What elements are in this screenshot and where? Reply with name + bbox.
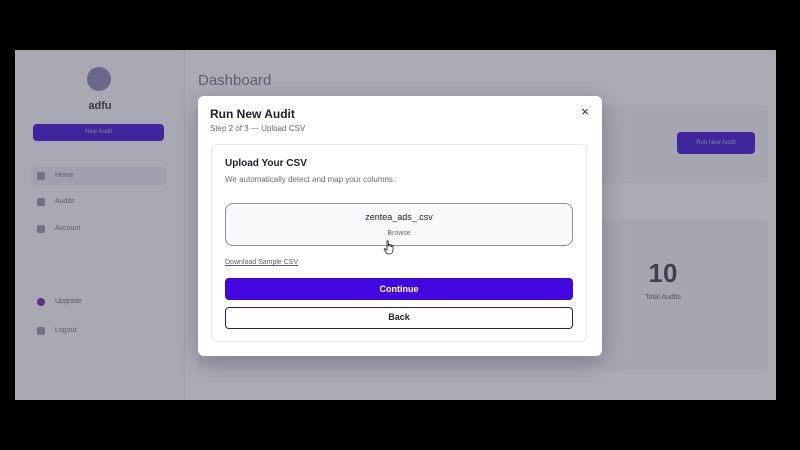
continue-button[interactable]: Continue — [225, 278, 573, 300]
browse-link[interactable]: Browse — [226, 230, 572, 237]
upload-card: Upload Your CSV We automatically detect … — [211, 144, 587, 342]
csv-dropzone[interactable]: zentea_ads_.csv Browse — [225, 203, 573, 246]
modal-step-indicator: Step 2 of 3 — Upload CSV — [210, 124, 306, 133]
upload-card-subtitle: We automatically detect and map your col… — [225, 175, 396, 184]
upload-card-title: Upload Your CSV — [225, 158, 307, 169]
modal-title: Run New Audit — [210, 107, 295, 121]
download-sample-csv-link[interactable]: Download Sample CSV — [225, 259, 298, 266]
pointer-hand-cursor-icon — [383, 240, 394, 255]
run-audit-modal: Run New Audit Step 2 of 3 — Upload CSV ×… — [198, 96, 602, 356]
back-button[interactable]: Back — [225, 307, 573, 329]
selected-file-name: zentea_ads_.csv — [365, 212, 433, 222]
close-icon[interactable]: × — [578, 105, 592, 119]
